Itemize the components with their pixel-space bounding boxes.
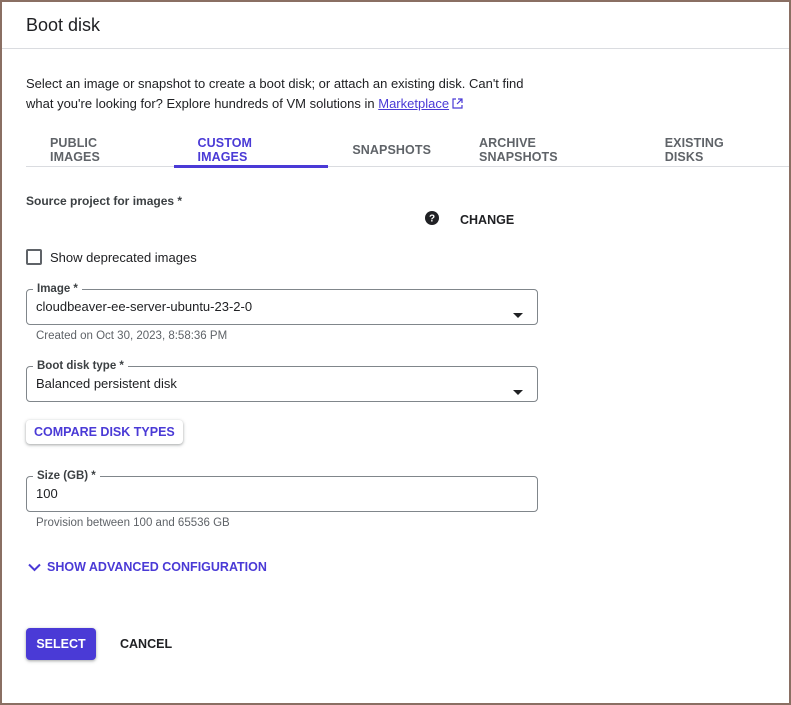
help-circle-icon[interactable]: ?: [425, 211, 439, 230]
image-created-hint: Created on Oct 30, 2023, 8:58:36 PM: [36, 330, 228, 342]
size-input-value[interactable]: 100: [36, 486, 58, 501]
size-input-label: Size (GB) *: [33, 469, 100, 483]
source-project-value: [26, 212, 146, 220]
tab-existing-disks[interactable]: EXISTING DISKS: [641, 132, 789, 167]
svg-text:?: ?: [429, 214, 435, 225]
dropdown-arrow-icon: [513, 382, 523, 400]
marketplace-link[interactable]: Marketplace: [378, 96, 449, 111]
show-deprecated-label: Show deprecated images: [50, 249, 197, 265]
intro-text: Select an image or snapshot to create a …: [26, 74, 546, 115]
image-source-tabs: PUBLIC IMAGES CUSTOM IMAGES SNAPSHOTS AR…: [26, 132, 789, 168]
boot-disk-type-select[interactable]: Boot disk type * Balanced persistent dis…: [26, 359, 538, 402]
show-advanced-label: SHOW ADVANCED CONFIGURATION: [47, 560, 267, 574]
compare-disk-types-button[interactable]: COMPARE DISK TYPES: [26, 420, 183, 444]
boot-disk-type-value: Balanced persistent disk: [36, 376, 177, 391]
external-link-icon: [452, 95, 463, 115]
source-project-label: Source project for images *: [26, 194, 183, 208]
size-hint: Provision between 100 and 65536 GB: [36, 517, 230, 529]
tab-public-images[interactable]: PUBLIC IMAGES: [26, 132, 174, 167]
image-select-label: Image *: [33, 282, 82, 296]
tab-archive-snapshots[interactable]: ARCHIVE SNAPSHOTS: [455, 132, 641, 167]
select-button[interactable]: SELECT: [26, 628, 96, 660]
boot-disk-type-label: Boot disk type *: [33, 359, 128, 373]
boot-disk-dialog: Boot disk Select an image or snapshot to…: [2, 2, 789, 703]
dialog-title: Boot disk: [26, 14, 101, 35]
show-advanced-configuration-toggle[interactable]: SHOW ADVANCED CONFIGURATION: [28, 560, 267, 574]
tab-custom-images[interactable]: CUSTOM IMAGES: [173, 132, 329, 168]
show-deprecated-checkbox[interactable]: [26, 249, 42, 265]
image-select-value: cloudbeaver-ee-server-ubuntu-23-2-0: [36, 299, 253, 314]
dialog-header: Boot disk: [2, 2, 789, 49]
size-input[interactable]: Size (GB) * 100: [26, 469, 538, 512]
cancel-button[interactable]: CANCEL: [110, 628, 182, 660]
chevron-down-icon: [28, 563, 41, 571]
tab-snapshots[interactable]: SNAPSHOTS: [328, 132, 455, 167]
dropdown-arrow-icon: [513, 305, 523, 323]
change-project-button[interactable]: CHANGE: [452, 207, 522, 233]
show-deprecated-row[interactable]: Show deprecated images: [26, 249, 197, 265]
image-select[interactable]: Image * cloudbeaver-ee-server-ubuntu-23-…: [26, 282, 538, 325]
marketplace-link-label: Marketplace: [378, 96, 450, 111]
